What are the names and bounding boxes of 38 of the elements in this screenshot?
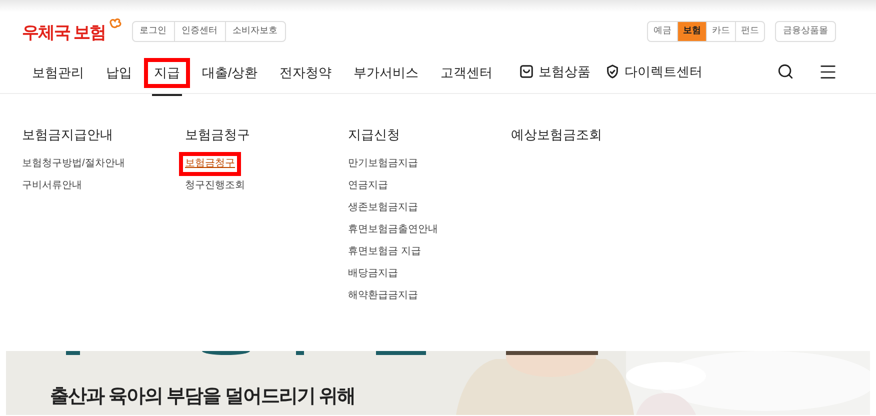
nav-tab[interactable]: 납입 <box>96 58 142 88</box>
mall-link[interactable]: 금융상품몰 <box>775 20 836 42</box>
product-tab[interactable]: 예금 <box>648 22 677 40</box>
menu-item[interactable]: 휴면보험금 지급 <box>348 240 421 262</box>
bag-icon <box>518 64 534 79</box>
menu-heading: 보험금청구 <box>185 126 251 144</box>
logo[interactable]: 우체국 보험 <box>22 17 122 45</box>
banner-caption: 출산과 육아의 부담을 덜어드리기 위해 <box>50 384 356 408</box>
util-link[interactable]: 인증센터 <box>174 22 225 40</box>
nav-link[interactable]: 다이렉트센터 <box>604 62 703 82</box>
product-tab[interactable]: 보험 <box>677 22 706 40</box>
menu-item[interactable]: 해약환급금지급 <box>348 284 418 306</box>
nav-link[interactable]: 보험상품 <box>518 62 591 82</box>
nav-tab[interactable]: 고객센터 <box>430 58 503 88</box>
menu-item[interactable]: 연금지급 <box>348 174 388 196</box>
product-tab[interactable]: 카드 <box>706 22 735 40</box>
menu-item[interactable]: 만기보험금지급 <box>348 152 418 174</box>
menu-item[interactable]: 휴면보험금출연안내 <box>348 218 438 240</box>
menu-item[interactable]: 청구진행조회 <box>185 174 245 196</box>
util-link[interactable]: 소비자보호 <box>224 22 285 40</box>
menu-item[interactable]: 배당금지급 <box>348 262 398 284</box>
menu-item[interactable]: 보험금청구 <box>179 152 241 176</box>
menu-heading: 예상보험금조회 <box>511 126 603 144</box>
menu-item[interactable]: 보험청구방법/절차안내 <box>22 152 125 174</box>
util-link[interactable]: 로그인 <box>132 22 174 40</box>
menu-heading: 지급신청 <box>348 126 401 144</box>
nav-tab[interactable]: 전자청약 <box>270 58 342 88</box>
nav-tab[interactable]: 부가서비스 <box>344 58 429 88</box>
menu-heading: 보험금지급안내 <box>22 126 114 144</box>
nav-tab[interactable]: 보험관리 <box>22 58 94 88</box>
shield-icon <box>604 64 620 79</box>
logo-mark-icon <box>108 17 122 31</box>
nav-tab[interactable]: 지급 <box>144 58 190 88</box>
search-button[interactable] <box>777 63 794 80</box>
nav-tab[interactable]: 대출/상환 <box>192 58 268 88</box>
product-tab[interactable]: 펀드 <box>735 22 764 40</box>
menu-item[interactable]: 생존보험금지급 <box>348 196 418 218</box>
menu-item[interactable]: 구비서류안내 <box>22 174 82 196</box>
